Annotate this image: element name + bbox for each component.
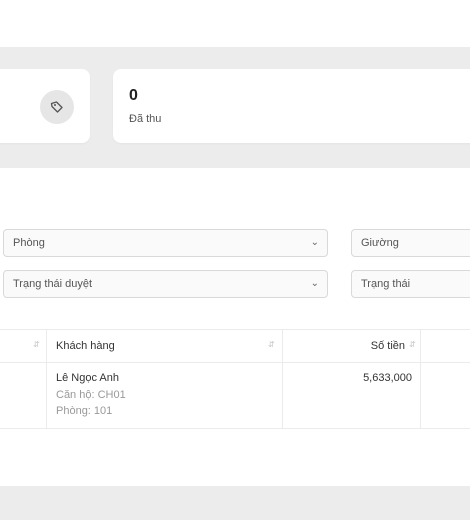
status-select-label: Trạng thái [361, 278, 411, 290]
chevron-down-icon: ⌄ [310, 237, 319, 248]
top-bar [0, 0, 470, 47]
column-divider [420, 329, 421, 428]
column-header-customer[interactable]: Khách hàng [56, 340, 115, 352]
row-amount: 5,633,000 [363, 372, 412, 384]
column-header-amount[interactable]: Số tiền [300, 340, 405, 352]
table-row-border [0, 428, 470, 429]
sort-icon[interactable]: ⇵ [268, 340, 275, 349]
collected-label: Đã thu [129, 113, 162, 125]
customer-room: Phòng: 101 [56, 405, 113, 417]
collected-value: 0 [129, 87, 138, 104]
bed-select-label: Giường [361, 237, 399, 249]
table-top-border [0, 329, 470, 330]
approval-status-label: Trạng thái duyệt [13, 278, 93, 290]
customer-apartment: Căn hộ: CH01 [56, 389, 126, 401]
column-divider [282, 329, 283, 428]
chevron-down-icon: ⌄ [310, 278, 319, 289]
status-select[interactable]: Trạng thái [351, 270, 470, 298]
customer-name: Lê Ngọc Anh [56, 372, 119, 384]
tag-icon [40, 90, 74, 124]
table-header-border [0, 362, 470, 363]
approval-status-select[interactable]: Trạng thái duyệt ⌄ [3, 270, 328, 298]
room-select-label: Phòng [13, 237, 45, 249]
stat-card-collected [113, 69, 470, 143]
room-select[interactable]: Phòng ⌄ [3, 229, 328, 257]
bed-select[interactable]: Giường [351, 229, 470, 257]
column-divider [46, 329, 47, 428]
sort-icon[interactable]: ⇵ [33, 340, 40, 349]
sort-icon[interactable]: ⇵ [409, 340, 416, 349]
main-panel: Phòng ⌄ Giường Trạng thái duyệt ⌄ Trạng … [0, 168, 470, 486]
